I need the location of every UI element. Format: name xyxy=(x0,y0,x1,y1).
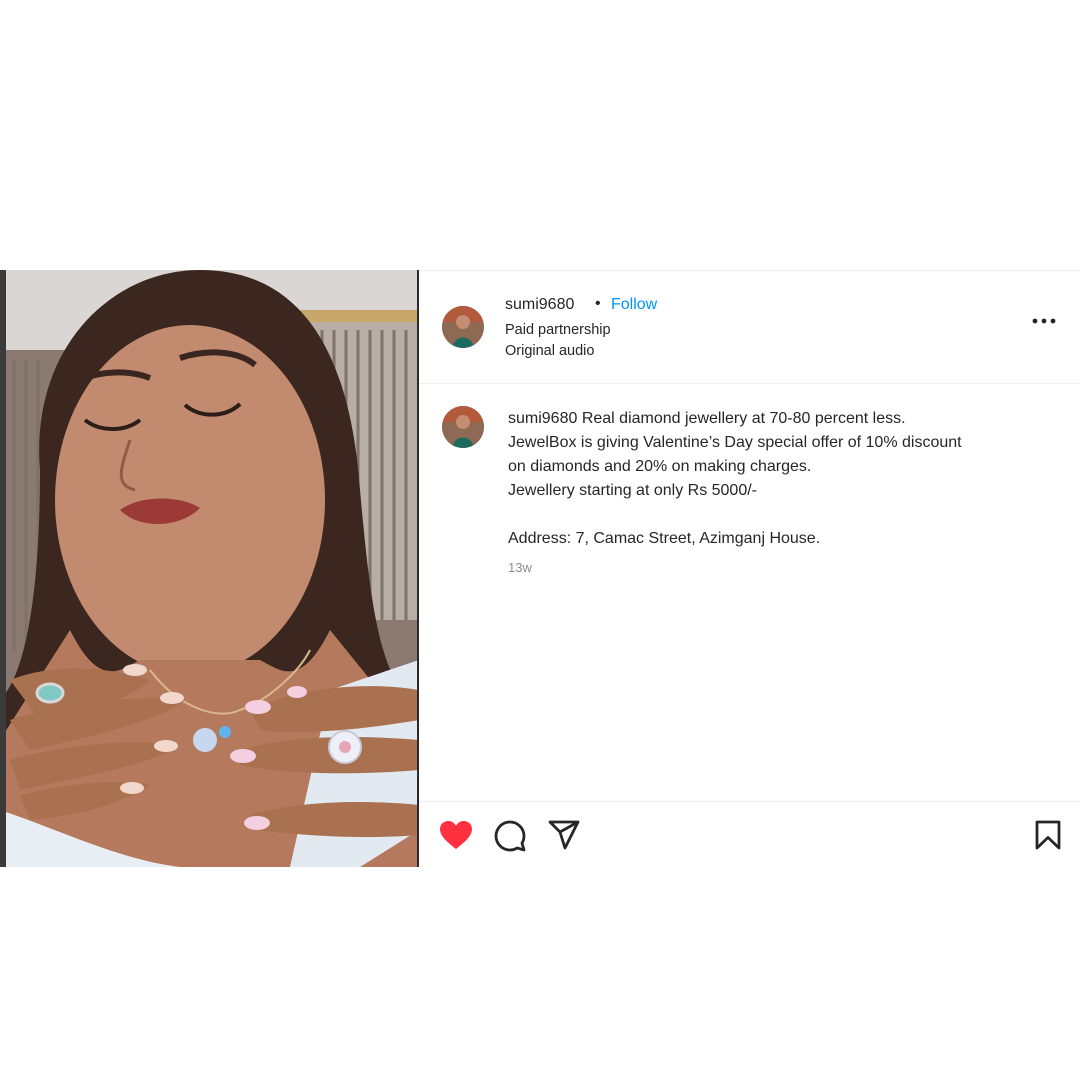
post-photo xyxy=(0,270,419,867)
post-media[interactable] xyxy=(0,270,419,867)
caption-line-1: sumi9680 Real diamond jewellery at 70-80… xyxy=(508,407,1048,431)
post-header: sumi9680 • Follow Paid partnership Origi… xyxy=(419,271,1080,384)
share-icon[interactable] xyxy=(548,820,580,850)
comment-icon[interactable] xyxy=(494,820,526,852)
author-username[interactable]: sumi9680 xyxy=(505,296,574,314)
post-age[interactable]: 13w xyxy=(508,560,532,575)
caption-author-avatar[interactable] xyxy=(442,406,484,448)
more-options-icon[interactable] xyxy=(1031,315,1057,327)
follow-button[interactable]: Follow xyxy=(611,296,657,314)
post-side-panel: sumi9680 • Follow Paid partnership Origi… xyxy=(419,270,1080,868)
caption-line-3: on diamonds and 20% on making charges. xyxy=(508,458,812,475)
separator-dot: • xyxy=(595,295,601,312)
post-caption: sumi9680 Real diamond jewellery at 70-80… xyxy=(508,407,1048,551)
caption-address: Address: 7, Camac Street, Azimganj House… xyxy=(508,530,821,547)
bookmark-icon[interactable] xyxy=(1034,820,1062,850)
post-container: sumi9680 • Follow Paid partnership Origi… xyxy=(0,270,1080,868)
heart-icon[interactable] xyxy=(439,820,473,850)
original-audio-link[interactable]: Original audio xyxy=(505,343,594,359)
caption-username[interactable]: sumi9680 xyxy=(508,410,577,427)
caption-line-4: Jewellery starting at only Rs 5000/- xyxy=(508,482,757,499)
caption-line-2: JewelBox is giving Valentine’s Day speci… xyxy=(508,434,962,451)
caption-text: Real diamond jewellery at 70-80 percent … xyxy=(581,410,906,427)
paid-partnership-label[interactable]: Paid partnership xyxy=(505,322,611,338)
media-left-border xyxy=(0,270,6,867)
author-avatar[interactable] xyxy=(442,306,484,348)
action-bar xyxy=(419,801,1080,869)
